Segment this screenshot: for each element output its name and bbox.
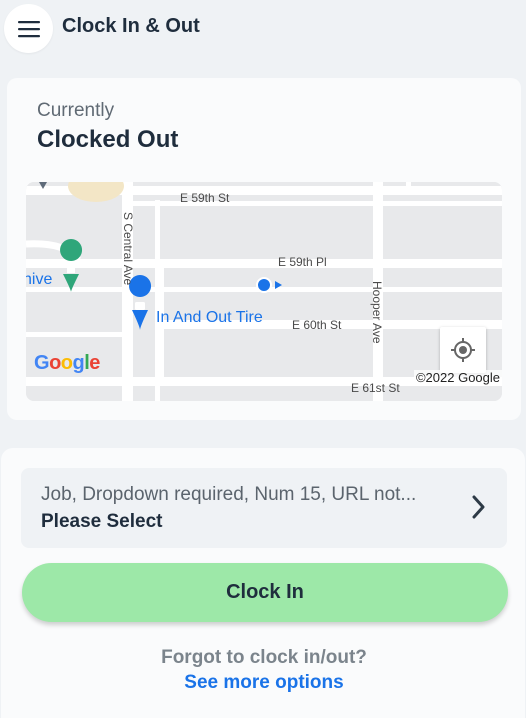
street-label-e59th-st: E 59th St bbox=[180, 191, 230, 205]
street-label-s-central-ave: S Central Ave bbox=[121, 212, 135, 285]
my-location-icon bbox=[451, 338, 475, 362]
page-title: Clock In & Out bbox=[62, 15, 200, 37]
see-more-options-link[interactable]: See more options bbox=[1, 672, 526, 694]
google-logo: Google bbox=[34, 352, 100, 374]
job-dropdown[interactable]: Job, Dropdown required, Num 15, URL not.… bbox=[21, 468, 507, 548]
location-map[interactable]: E 59th St E 59th Pl E 60th St E 61st St … bbox=[26, 182, 502, 401]
job-dropdown-value: Please Select bbox=[41, 511, 163, 532]
status-value: Clocked Out bbox=[37, 126, 179, 153]
status-card: Currently Clocked Out E 59th St E 59th P… bbox=[7, 78, 521, 420]
forgot-clock-text: Forgot to clock in/out? bbox=[161, 647, 367, 668]
job-dropdown-label: Job, Dropdown required, Num 15, URL not.… bbox=[41, 484, 417, 505]
map-copyright: ©2022 Google bbox=[413, 370, 502, 385]
clock-in-button[interactable]: Clock In bbox=[22, 563, 508, 622]
street-label-e59th-pl: E 59th Pl bbox=[278, 255, 327, 269]
my-location-button[interactable] bbox=[440, 327, 486, 373]
street-label-hooper-ave: Hooper Ave bbox=[370, 281, 384, 344]
clock-panel: Job, Dropdown required, Num 15, URL not.… bbox=[1, 448, 525, 718]
street-label-e60th-st: E 60th St bbox=[292, 318, 342, 332]
chevron-right-icon bbox=[472, 495, 485, 519]
status-label: Currently bbox=[37, 100, 115, 121]
street-label-e61st-st: E 61st St bbox=[351, 381, 400, 395]
place-label-partial: hive bbox=[26, 271, 52, 288]
place-label-in-and-out-tire: In And Out Tire bbox=[156, 309, 263, 326]
app-header: Clock In & Out bbox=[0, 0, 526, 56]
hamburger-menu-icon bbox=[17, 20, 40, 37]
menu-button[interactable] bbox=[4, 4, 53, 53]
